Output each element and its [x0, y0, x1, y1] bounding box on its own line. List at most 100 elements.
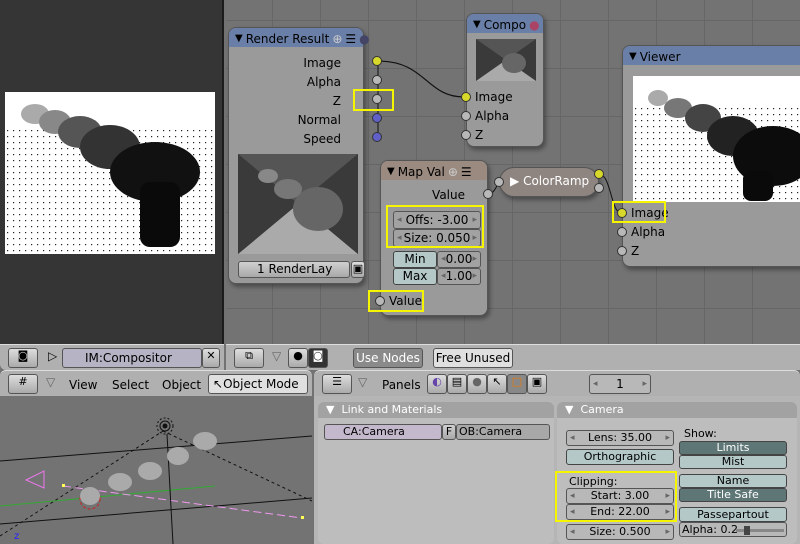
- collapse-triangle-icon[interactable]: ▼: [473, 19, 481, 30]
- panels-menu[interactable]: Panels: [382, 378, 421, 392]
- alpha-slider[interactable]: Alpha: 0.2: [679, 522, 787, 537]
- editor-type-icon[interactable]: #: [8, 374, 38, 394]
- output-socket-alpha[interactable]: [372, 75, 382, 85]
- node-header[interactable]: ▼ Viewer: [623, 46, 800, 65]
- menu-triangle-icon[interactable]: ▽: [46, 375, 55, 389]
- input-socket-alpha[interactable]: [617, 227, 627, 237]
- camera-data-field[interactable]: CA:Camera: [324, 424, 442, 440]
- max-toggle[interactable]: Max: [393, 268, 437, 285]
- close-icon[interactable]: ✕: [202, 348, 220, 368]
- socket-label-alpha: Alpha: [306, 75, 341, 89]
- logic-icon[interactable]: ◐: [427, 374, 447, 394]
- panel-title: Camera: [580, 403, 624, 416]
- collapse-triangle-icon[interactable]: ▼: [387, 166, 395, 177]
- size-field[interactable]: Size: 0.500: [566, 524, 674, 540]
- menu-icon[interactable]: ☰: [345, 32, 356, 46]
- node-title: ColorRamp: [523, 174, 590, 188]
- editor-type-icon[interactable]: ⧉: [234, 348, 264, 368]
- use-nodes-label: Use Nodes: [356, 351, 420, 365]
- lens-value: Lens: 35.00: [587, 431, 653, 444]
- object-icon[interactable]: ↖: [487, 374, 507, 394]
- node-header[interactable]: ▼ Map Val ⊕ ☰: [381, 161, 487, 180]
- mode-select[interactable]: ↖Object Mode: [208, 374, 308, 394]
- colorramp-node[interactable]: ▶ ColorRamp: [499, 167, 599, 197]
- min-value-field[interactable]: 0.00: [437, 251, 481, 268]
- highlight-viewer-image: [612, 201, 666, 223]
- scene-icon[interactable]: ▣: [527, 374, 547, 394]
- min-toggle[interactable]: Min: [393, 251, 437, 268]
- image-browse-field[interactable]: IM:Compositor: [62, 348, 202, 368]
- highlight-z-output: [353, 89, 394, 111]
- script-icon[interactable]: ▤: [447, 374, 467, 394]
- title-safe-toggle[interactable]: Title Safe: [679, 488, 787, 502]
- use-nodes-toggle[interactable]: Use Nodes: [353, 348, 423, 368]
- object-name-field[interactable]: OB:Camera: [456, 424, 550, 440]
- buttons-window: ▼ Link and Materials CA:Camera F OB:Came…: [314, 396, 800, 544]
- name-toggle[interactable]: Name: [679, 474, 787, 488]
- sphere-icon[interactable]: ●: [529, 18, 539, 32]
- panel-header[interactable]: ▼ Link and Materials: [318, 402, 554, 418]
- sphere-icon[interactable]: ●: [359, 32, 369, 46]
- menu-triangle-icon[interactable]: ▽: [358, 375, 367, 389]
- max-label: Max: [402, 269, 428, 283]
- passepartout-toggle[interactable]: Passepartout: [679, 507, 787, 522]
- menu-icon[interactable]: ☰: [461, 165, 472, 179]
- viewer-node[interactable]: ▼ Viewer Image Alpha Z: [622, 45, 800, 267]
- input-socket-image[interactable]: [461, 92, 471, 102]
- alpha-slider-handle[interactable]: [744, 526, 751, 535]
- orthographic-toggle[interactable]: Orthographic: [566, 449, 674, 465]
- composite-node[interactable]: ▼ Compo ● Image Alpha Z: [466, 13, 544, 147]
- menu-select[interactable]: Select: [112, 378, 149, 392]
- size-value: Size: 0.500: [589, 525, 651, 538]
- menu-view[interactable]: View: [69, 378, 97, 392]
- panel-header[interactable]: ▼ Camera: [557, 402, 797, 418]
- fake-user-toggle[interactable]: F: [442, 424, 456, 440]
- node-title-row: ▶ ColorRamp: [510, 174, 589, 188]
- free-unused-label: Free Unused: [435, 351, 511, 365]
- plus-icon[interactable]: ⊕: [448, 165, 458, 179]
- output-socket-image[interactable]: [372, 56, 382, 66]
- free-unused-button[interactable]: Free Unused: [433, 348, 513, 368]
- input-socket-fac[interactable]: [494, 177, 504, 187]
- limits-toggle[interactable]: Limits: [679, 441, 787, 455]
- collapse-triangle-icon[interactable]: ▼: [629, 51, 637, 62]
- lens-field[interactable]: Lens: 35.00: [566, 430, 674, 446]
- output-socket-normal[interactable]: [372, 113, 382, 123]
- shading-icon[interactable]: ●: [467, 374, 487, 394]
- show-label: Show:: [684, 427, 717, 440]
- menu-triangle-icon[interactable]: ▽: [272, 349, 281, 363]
- image-icon[interactable]: ▣: [351, 261, 365, 278]
- expand-triangle-icon[interactable]: ▶: [510, 174, 519, 188]
- render-layer-select[interactable]: 1 RenderLay: [238, 261, 350, 278]
- render-result-node[interactable]: ▼ Render Result ⊕ ☰ ● Image Alpha Z Normal S…: [228, 27, 370, 284]
- menu-object[interactable]: Object: [162, 378, 201, 392]
- frame-field[interactable]: 1: [589, 374, 651, 394]
- editing-icon[interactable]: □: [507, 374, 527, 394]
- output-socket-speed[interactable]: [372, 132, 382, 142]
- 3d-viewport[interactable]: z: [0, 396, 312, 544]
- expand-triangle-icon[interactable]: ▷: [48, 349, 57, 363]
- input-socket-z[interactable]: [617, 246, 627, 256]
- max-value-field[interactable]: 1.00: [437, 268, 481, 285]
- output-socket-value[interactable]: [483, 189, 493, 199]
- collapse-triangle-icon[interactable]: ▼: [235, 33, 243, 44]
- node-editor[interactable]: ▼ Render Result ⊕ ☰ ● Image Alpha Z Normal S…: [226, 0, 800, 344]
- node-header[interactable]: ▼ Compo ●: [467, 14, 543, 33]
- highlight-offs-size: [386, 205, 484, 248]
- node-header[interactable]: ▼ Render Result ⊕ ☰ ●: [229, 28, 370, 47]
- socket-label-value: Value: [432, 188, 465, 202]
- scene-view: [0, 417, 312, 544]
- input-socket-alpha[interactable]: [461, 111, 471, 121]
- output-socket-alpha[interactable]: [594, 183, 604, 193]
- min-value: 0.00: [445, 252, 473, 266]
- editor-type-icon[interactable]: ☰: [322, 374, 352, 394]
- mist-toggle[interactable]: Mist: [679, 455, 787, 469]
- material-nodes-icon[interactable]: ●: [288, 348, 308, 368]
- plus-icon[interactable]: ⊕: [332, 32, 342, 46]
- output-socket-image[interactable]: [594, 169, 604, 179]
- editor-type-icon[interactable]: ◙: [8, 348, 38, 368]
- compositor-result-image: [5, 92, 215, 254]
- input-socket-z[interactable]: [461, 130, 471, 140]
- composite-nodes-icon[interactable]: ◙: [308, 348, 328, 368]
- min-label: Min: [404, 252, 426, 266]
